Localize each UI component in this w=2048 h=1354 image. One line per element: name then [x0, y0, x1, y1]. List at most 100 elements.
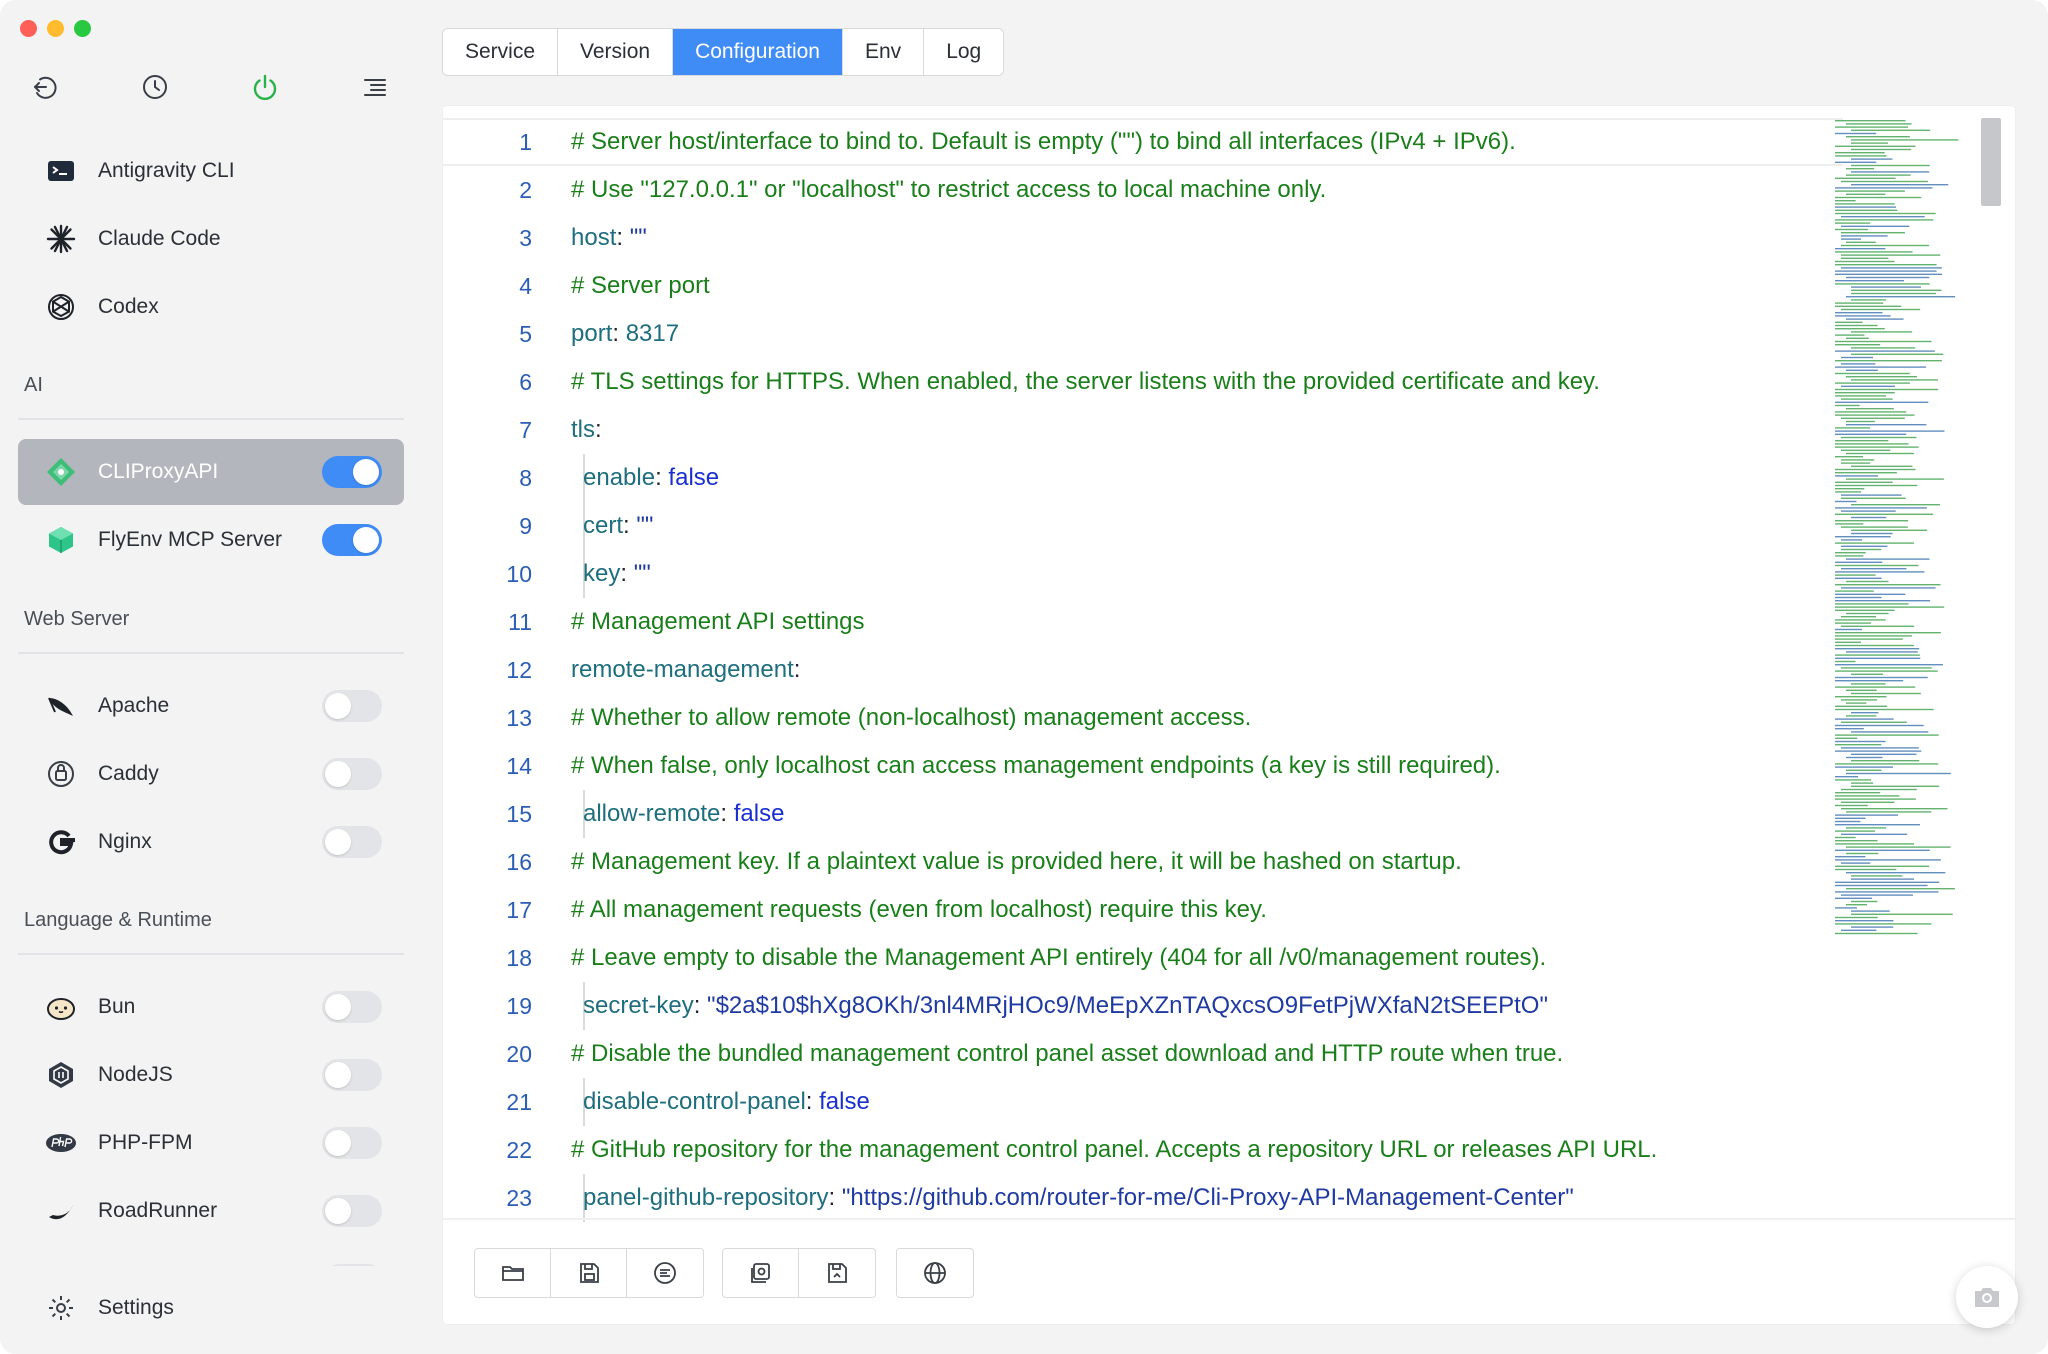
code-text: # Disable the bundled management control…	[571, 1040, 1563, 1068]
sidebar-item-antigravity-cli[interactable]: Antigravity CLI	[18, 138, 404, 204]
sidebar-item-roadrunner[interactable]: RoadRunner	[18, 1178, 404, 1244]
minimap-line	[1835, 670, 1938, 672]
sidebar-item-caddy[interactable]: Caddy	[18, 741, 404, 807]
code-line[interactable]: 16 # Management key. If a plaintext value…	[443, 838, 1843, 886]
code-line[interactable]: 7 tls:	[443, 406, 1843, 454]
service-toggle[interactable]	[322, 758, 382, 790]
service-toggle[interactable]	[322, 991, 382, 1023]
code-line[interactable]: 8 enable: false	[443, 454, 1843, 502]
sidebar-item-php-fpm[interactable]: PHP-FPM	[18, 1110, 404, 1176]
code-token: # Whether to allow remote (non-localhost…	[571, 704, 1252, 731]
code-line[interactable]: 14 # When false, only localhost can acces…	[443, 742, 1843, 790]
menu-list-icon[interactable]	[358, 70, 392, 104]
code-line[interactable]: 20 # Disable the bundled management contr…	[443, 1030, 1843, 1078]
open-browser-button[interactable]	[897, 1249, 973, 1297]
minimap-line	[1835, 536, 1891, 538]
sidebar-item-claude-code[interactable]: Claude Code	[18, 206, 404, 272]
line-number: 14	[506, 752, 532, 779]
minimap-line	[1835, 606, 1945, 608]
service-toggle[interactable]	[322, 524, 382, 556]
code-line[interactable]: 5 port: 8317	[443, 310, 1843, 358]
code-line[interactable]: 2 # Use "127.0.0.1" or "localhost" to res…	[443, 166, 1843, 214]
settings-button[interactable]: Settings	[18, 1282, 404, 1334]
service-toggle[interactable]	[322, 690, 382, 722]
service-toggle[interactable]	[322, 1059, 382, 1091]
code-line[interactable]: 1 # Server host/interface to bind to. Def…	[443, 118, 1843, 166]
open-folder-button[interactable]	[475, 1249, 551, 1297]
editor-scrollbar[interactable]	[1981, 118, 2001, 206]
back-icon[interactable]	[28, 70, 62, 104]
code-line[interactable]: 9 cert: ""	[443, 502, 1843, 550]
tab-log[interactable]: Log	[924, 29, 1004, 75]
code-line[interactable]: 22 # GitHub repository for the management…	[443, 1126, 1843, 1174]
code-line[interactable]: 10 key: ""	[443, 550, 1843, 598]
code-line[interactable]: 13 # Whether to allow remote (non-localho…	[443, 694, 1843, 742]
tab-version[interactable]: Version	[558, 29, 674, 75]
power-icon[interactable]	[248, 70, 282, 104]
sidebar-item-cliproxyapi[interactable]: CLIProxyAPI	[18, 439, 404, 505]
service-toggle[interactable]	[322, 1127, 382, 1159]
sidebar-item-codex[interactable]: Codex	[18, 274, 404, 340]
service-toggle[interactable]	[322, 1195, 382, 1227]
claude-asterisk-icon	[44, 222, 78, 256]
minimap-line	[1835, 273, 1943, 275]
code-line[interactable]: 12 remote-management:	[443, 646, 1843, 694]
code-line[interactable]: 18 # Leave empty to disable the Managemen…	[443, 934, 1843, 982]
minimap-line	[1835, 776, 1859, 778]
minimap-line	[1835, 849, 1930, 851]
sidebar-item-nginx[interactable]: Nginx	[18, 809, 404, 875]
code-line[interactable]: 15 allow-remote: false	[443, 790, 1843, 838]
minimap-line	[1835, 305, 1902, 307]
code-editor[interactable]: 1 # Server host/interface to bind to. Def…	[443, 118, 2015, 1318]
minimap-line	[1835, 641, 1861, 643]
line-number: 22	[506, 1136, 532, 1163]
service-toggle[interactable]	[322, 456, 382, 488]
sidebar-item-flyenv-mcp-server[interactable]: FlyEnv MCP Server	[18, 507, 404, 573]
code-token: :	[693, 992, 708, 1019]
code-text: key: ""	[583, 560, 651, 588]
code-line[interactable]: 11 # Management API settings	[443, 598, 1843, 646]
minimap-line	[1835, 564, 1919, 567]
code-line[interactable]: 17 # All management requests (even from l…	[443, 886, 1843, 934]
minimap-line	[1835, 472, 1897, 474]
tab-service[interactable]: Service	[443, 29, 559, 75]
minimap-line	[1835, 590, 1874, 592]
format-button[interactable]	[627, 1249, 703, 1297]
service-toggle[interactable]	[322, 826, 382, 858]
history-clock-icon[interactable]	[138, 70, 172, 104]
editor-minimap[interactable]	[1833, 116, 1963, 944]
minimap-line	[1835, 212, 1936, 215]
code-text: disable-control-panel: false	[583, 1088, 870, 1116]
code-line[interactable]: 21 disable-control-panel: false	[443, 1078, 1843, 1126]
sidebar-item-bun[interactable]: Bun	[18, 974, 404, 1040]
load-config-button[interactable]	[723, 1249, 799, 1297]
minimap-line	[1851, 910, 1890, 912]
minimap-line	[1835, 200, 1856, 202]
code-line[interactable]: 6 # TLS settings for HTTPS. When enabled,…	[443, 358, 1843, 406]
tab-configuration[interactable]: Configuration	[673, 29, 843, 75]
screenshot-button[interactable]	[1956, 1266, 2018, 1328]
tab-env[interactable]: Env	[843, 29, 925, 75]
sidebar-item-nodejs[interactable]: NodeJS	[18, 1042, 404, 1108]
minimap-line	[1835, 484, 1918, 487]
minimap-line	[1841, 235, 1888, 237]
close-window-button[interactable]	[20, 20, 37, 37]
sidebar-item-apache[interactable]: Apache	[18, 673, 404, 739]
nginx-g-icon	[44, 825, 78, 859]
code-token: # Server port	[571, 272, 710, 299]
save-button[interactable]	[551, 1249, 627, 1297]
code-token: panel-github-repository	[583, 1184, 829, 1211]
code-line[interactable]: 23 panel-github-repository: "https://gith…	[443, 1174, 1843, 1222]
minimap-line	[1835, 571, 1925, 573]
minimap-line	[1841, 398, 1893, 400]
code-line[interactable]: 19 secret-key: "$2a$10$hXg8OKh/3nl4MRjHOc…	[443, 982, 1843, 1030]
code-token: enable	[583, 464, 656, 491]
minimap-line	[1835, 328, 1885, 330]
minimize-window-button[interactable]	[47, 20, 64, 37]
zoom-window-button[interactable]	[74, 20, 91, 37]
code-line[interactable]: 4 # Server port	[443, 262, 1843, 310]
line-number: 15	[506, 800, 532, 827]
code-token: host	[571, 224, 617, 251]
save-as-button[interactable]	[799, 1249, 875, 1297]
code-line[interactable]: 3 host: ""	[443, 214, 1843, 262]
